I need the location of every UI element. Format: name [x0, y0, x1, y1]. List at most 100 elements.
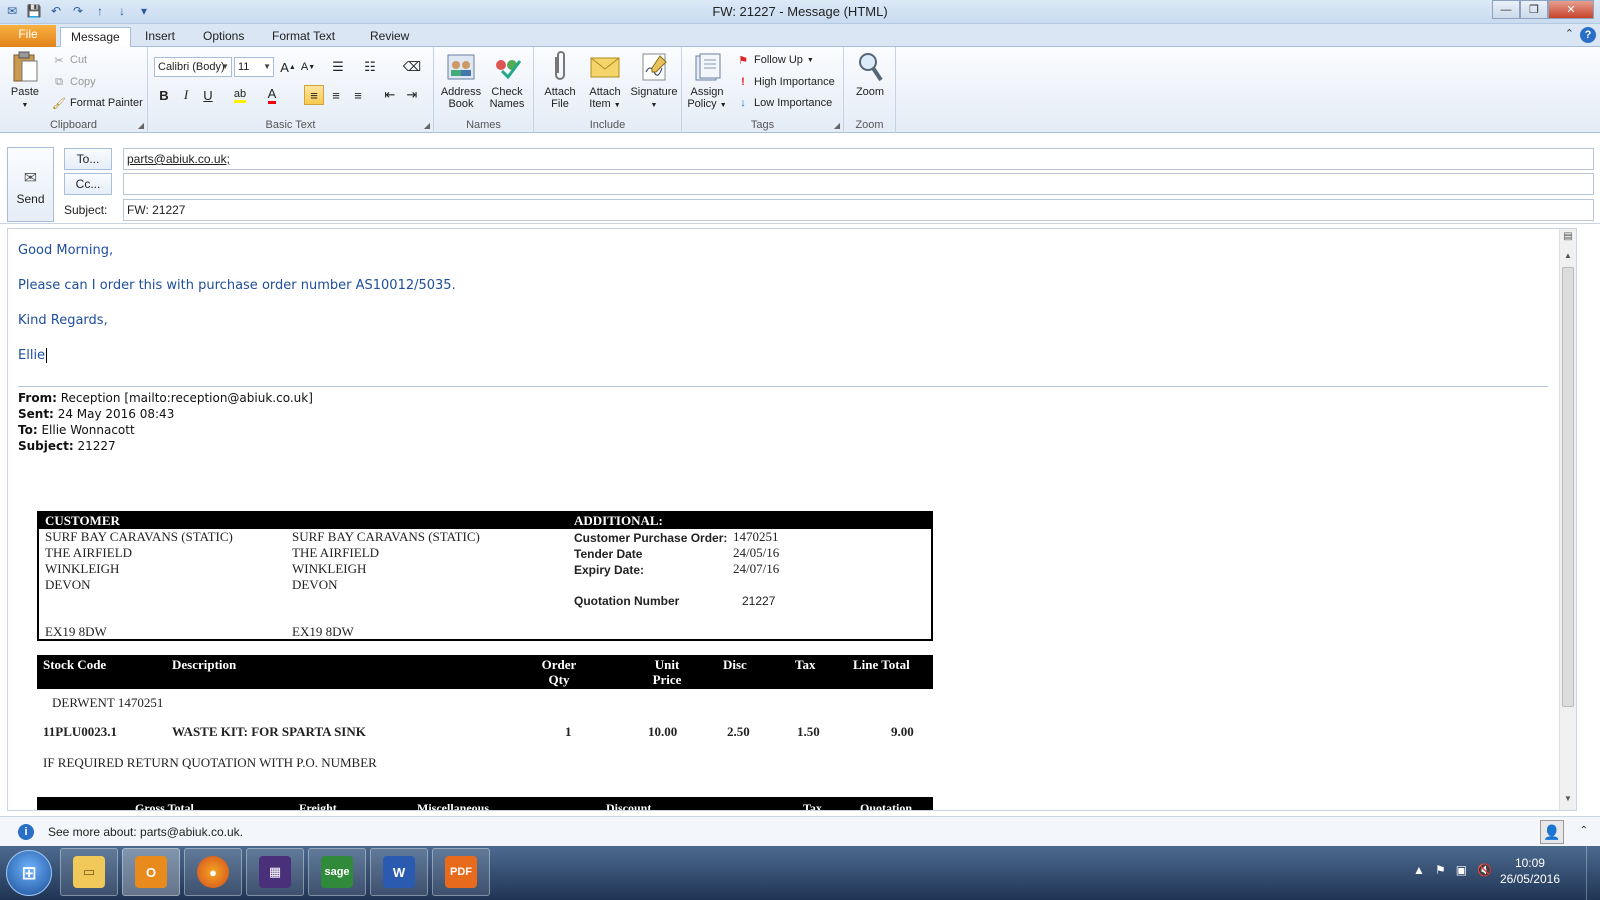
additional-heading: ADDITIONAL:: [574, 513, 663, 528]
paperclip-icon: [544, 51, 576, 83]
scroll-up-icon[interactable]: ▲: [1560, 251, 1576, 265]
help-icon[interactable]: ?: [1580, 27, 1596, 43]
dialog-launcher-icon[interactable]: ◢: [138, 121, 144, 130]
copy-button[interactable]: ⧉ Copy: [52, 75, 96, 89]
cut-button[interactable]: ✂ Cut: [52, 53, 87, 67]
network-icon[interactable]: ▣: [1456, 863, 1467, 877]
taskbar-word[interactable]: W: [370, 848, 428, 896]
windows-icon: ⊞: [21, 862, 37, 883]
scroll-thumb[interactable]: [1562, 267, 1574, 707]
item-total: 9.00: [891, 724, 914, 739]
taskbar-sage[interactable]: sage: [308, 848, 366, 896]
subject-field[interactable]: FW: 21227: [123, 199, 1594, 221]
tab-file[interactable]: File: [0, 25, 56, 47]
shrink-font-button[interactable]: A ▼: [298, 57, 318, 77]
sage-icon: sage: [321, 856, 353, 888]
high-importance-button[interactable]: ! High Importance: [736, 75, 835, 89]
follow-up-button[interactable]: ⚑ Follow Up ▼: [736, 53, 814, 67]
font-color-button[interactable]: A: [262, 85, 282, 105]
decrease-indent-button[interactable]: ⇤: [380, 85, 400, 105]
tab-message[interactable]: Message: [60, 27, 131, 48]
people-pane-text[interactable]: See more about: parts@abiuk.co.uk.: [48, 825, 243, 839]
quotation-number-value: 21227: [742, 594, 776, 608]
assign-policy-button[interactable]: Assign Policy ▼: [684, 51, 730, 112]
tab-review[interactable]: Review: [360, 27, 419, 47]
start-button[interactable]: ⊞: [6, 850, 52, 896]
close-button[interactable]: ✕: [1548, 0, 1594, 19]
align-right-button[interactable]: ≡: [348, 85, 368, 105]
to-field[interactable]: parts@abiuk.co.uk;: [123, 148, 1594, 170]
taskbar-calendar-app[interactable]: ▦: [246, 848, 304, 896]
taskbar-explorer[interactable]: ▭: [60, 848, 118, 896]
align-left-icon: ≡: [310, 87, 318, 103]
align-center-icon: ≡: [332, 87, 340, 103]
separator: [18, 386, 1548, 387]
attach-item-button[interactable]: Attach Item ▼: [582, 51, 628, 112]
body-regards: Kind Regards,: [18, 313, 108, 328]
show-desktop-button[interactable]: [1586, 846, 1600, 900]
taskbar-firefox[interactable]: ●: [184, 848, 242, 896]
signature-button[interactable]: Signature ▼: [628, 51, 680, 112]
tab-options[interactable]: Options: [193, 27, 254, 47]
taskbar-outlook[interactable]: O: [122, 848, 180, 896]
taskbar-pdf[interactable]: PDF: [432, 848, 490, 896]
format-painter-button[interactable]: 🖌 Format Painter: [52, 96, 143, 110]
customer-address-2: SURF BAY CARAVANS (STATIC) THE AIRFIELD …: [292, 529, 480, 639]
customer-heading: CUSTOMER: [45, 513, 120, 528]
scroll-down-icon[interactable]: ▼: [1560, 794, 1576, 808]
col-order-qty: Order Qty: [541, 657, 577, 687]
col-tax-total: Tax: [803, 801, 822, 811]
tab-insert[interactable]: Insert: [135, 27, 185, 47]
contact-avatar[interactable]: 👤: [1540, 820, 1564, 844]
dropdown-arrow-icon: ▼: [613, 102, 621, 109]
highlight-button[interactable]: ab: [230, 85, 250, 105]
tab-format-text[interactable]: Format Text: [262, 27, 345, 47]
italic-button[interactable]: I: [176, 85, 196, 105]
font-family-select[interactable]: Calibri (Body) ▼: [154, 57, 232, 77]
expand-icon[interactable]: ⌃: [1580, 825, 1588, 836]
bold-button[interactable]: B: [154, 85, 174, 105]
dropdown-arrow-icon: ▼: [719, 102, 727, 109]
tender-date-label: Tender Date: [574, 547, 643, 561]
cc-button[interactable]: Cc...: [64, 173, 112, 195]
restore-button[interactable]: ❐: [1520, 0, 1548, 19]
align-left-button[interactable]: ≡: [304, 85, 324, 105]
align-right-icon: ≡: [354, 87, 362, 103]
bullets-button[interactable]: ☰: [328, 57, 348, 77]
compose-header: ✉ Send To... parts@abiuk.co.uk; Cc... Su…: [0, 134, 1600, 224]
indent-icon: ⇥: [406, 87, 418, 102]
underline-button[interactable]: U: [198, 85, 218, 105]
low-importance-button[interactable]: ↓ Low Importance: [736, 96, 832, 110]
minimize-ribbon-icon[interactable]: ⌃: [1565, 27, 1574, 40]
check-names-button[interactable]: Check Names: [484, 51, 530, 110]
address-book-button[interactable]: Address Book: [438, 51, 484, 110]
to-button[interactable]: To...: [64, 148, 112, 170]
font-size-select[interactable]: 11 ▼: [234, 57, 274, 77]
vertical-scrollbar[interactable]: ▤ ▲ ▼: [1559, 229, 1576, 810]
paste-button[interactable]: Paste ▼: [6, 51, 44, 112]
show-hidden-icons-icon[interactable]: ▲: [1413, 863, 1425, 877]
send-button[interactable]: ✉ Send: [7, 147, 54, 222]
numbering-button[interactable]: ☷: [360, 57, 380, 77]
chevron-down-icon: ▼: [263, 62, 271, 71]
folder-icon: ▭: [73, 856, 105, 888]
system-tray: ▲ ⚑ ▣ 🔇: [1413, 863, 1492, 877]
clear-formatting-button[interactable]: ⌫: [402, 57, 422, 77]
ruler-icon[interactable]: ▤: [1560, 231, 1576, 245]
dialog-launcher-icon[interactable]: ◢: [424, 121, 430, 130]
attach-file-button[interactable]: Attach File: [538, 51, 582, 110]
clock[interactable]: 10:09 26/05/2016: [1500, 855, 1560, 887]
volume-muted-icon[interactable]: 🔇: [1477, 863, 1492, 877]
forward-subject: Subject: 21227: [18, 439, 116, 453]
grow-font-button[interactable]: A ▲: [278, 57, 298, 77]
increase-indent-button[interactable]: ⇥: [402, 85, 422, 105]
minimize-button[interactable]: —: [1492, 0, 1520, 19]
action-center-flag-icon[interactable]: ⚑: [1435, 863, 1446, 877]
window-title: FW: 21227 - Message (HTML): [712, 4, 888, 19]
dialog-launcher-icon[interactable]: ◢: [834, 121, 840, 130]
text-cursor: [46, 348, 52, 363]
zoom-button[interactable]: Zoom: [848, 51, 892, 98]
cc-field[interactable]: [123, 173, 1594, 195]
message-body[interactable]: Good Morning, Please can I order this wi…: [7, 228, 1577, 811]
align-center-button[interactable]: ≡: [326, 85, 346, 105]
